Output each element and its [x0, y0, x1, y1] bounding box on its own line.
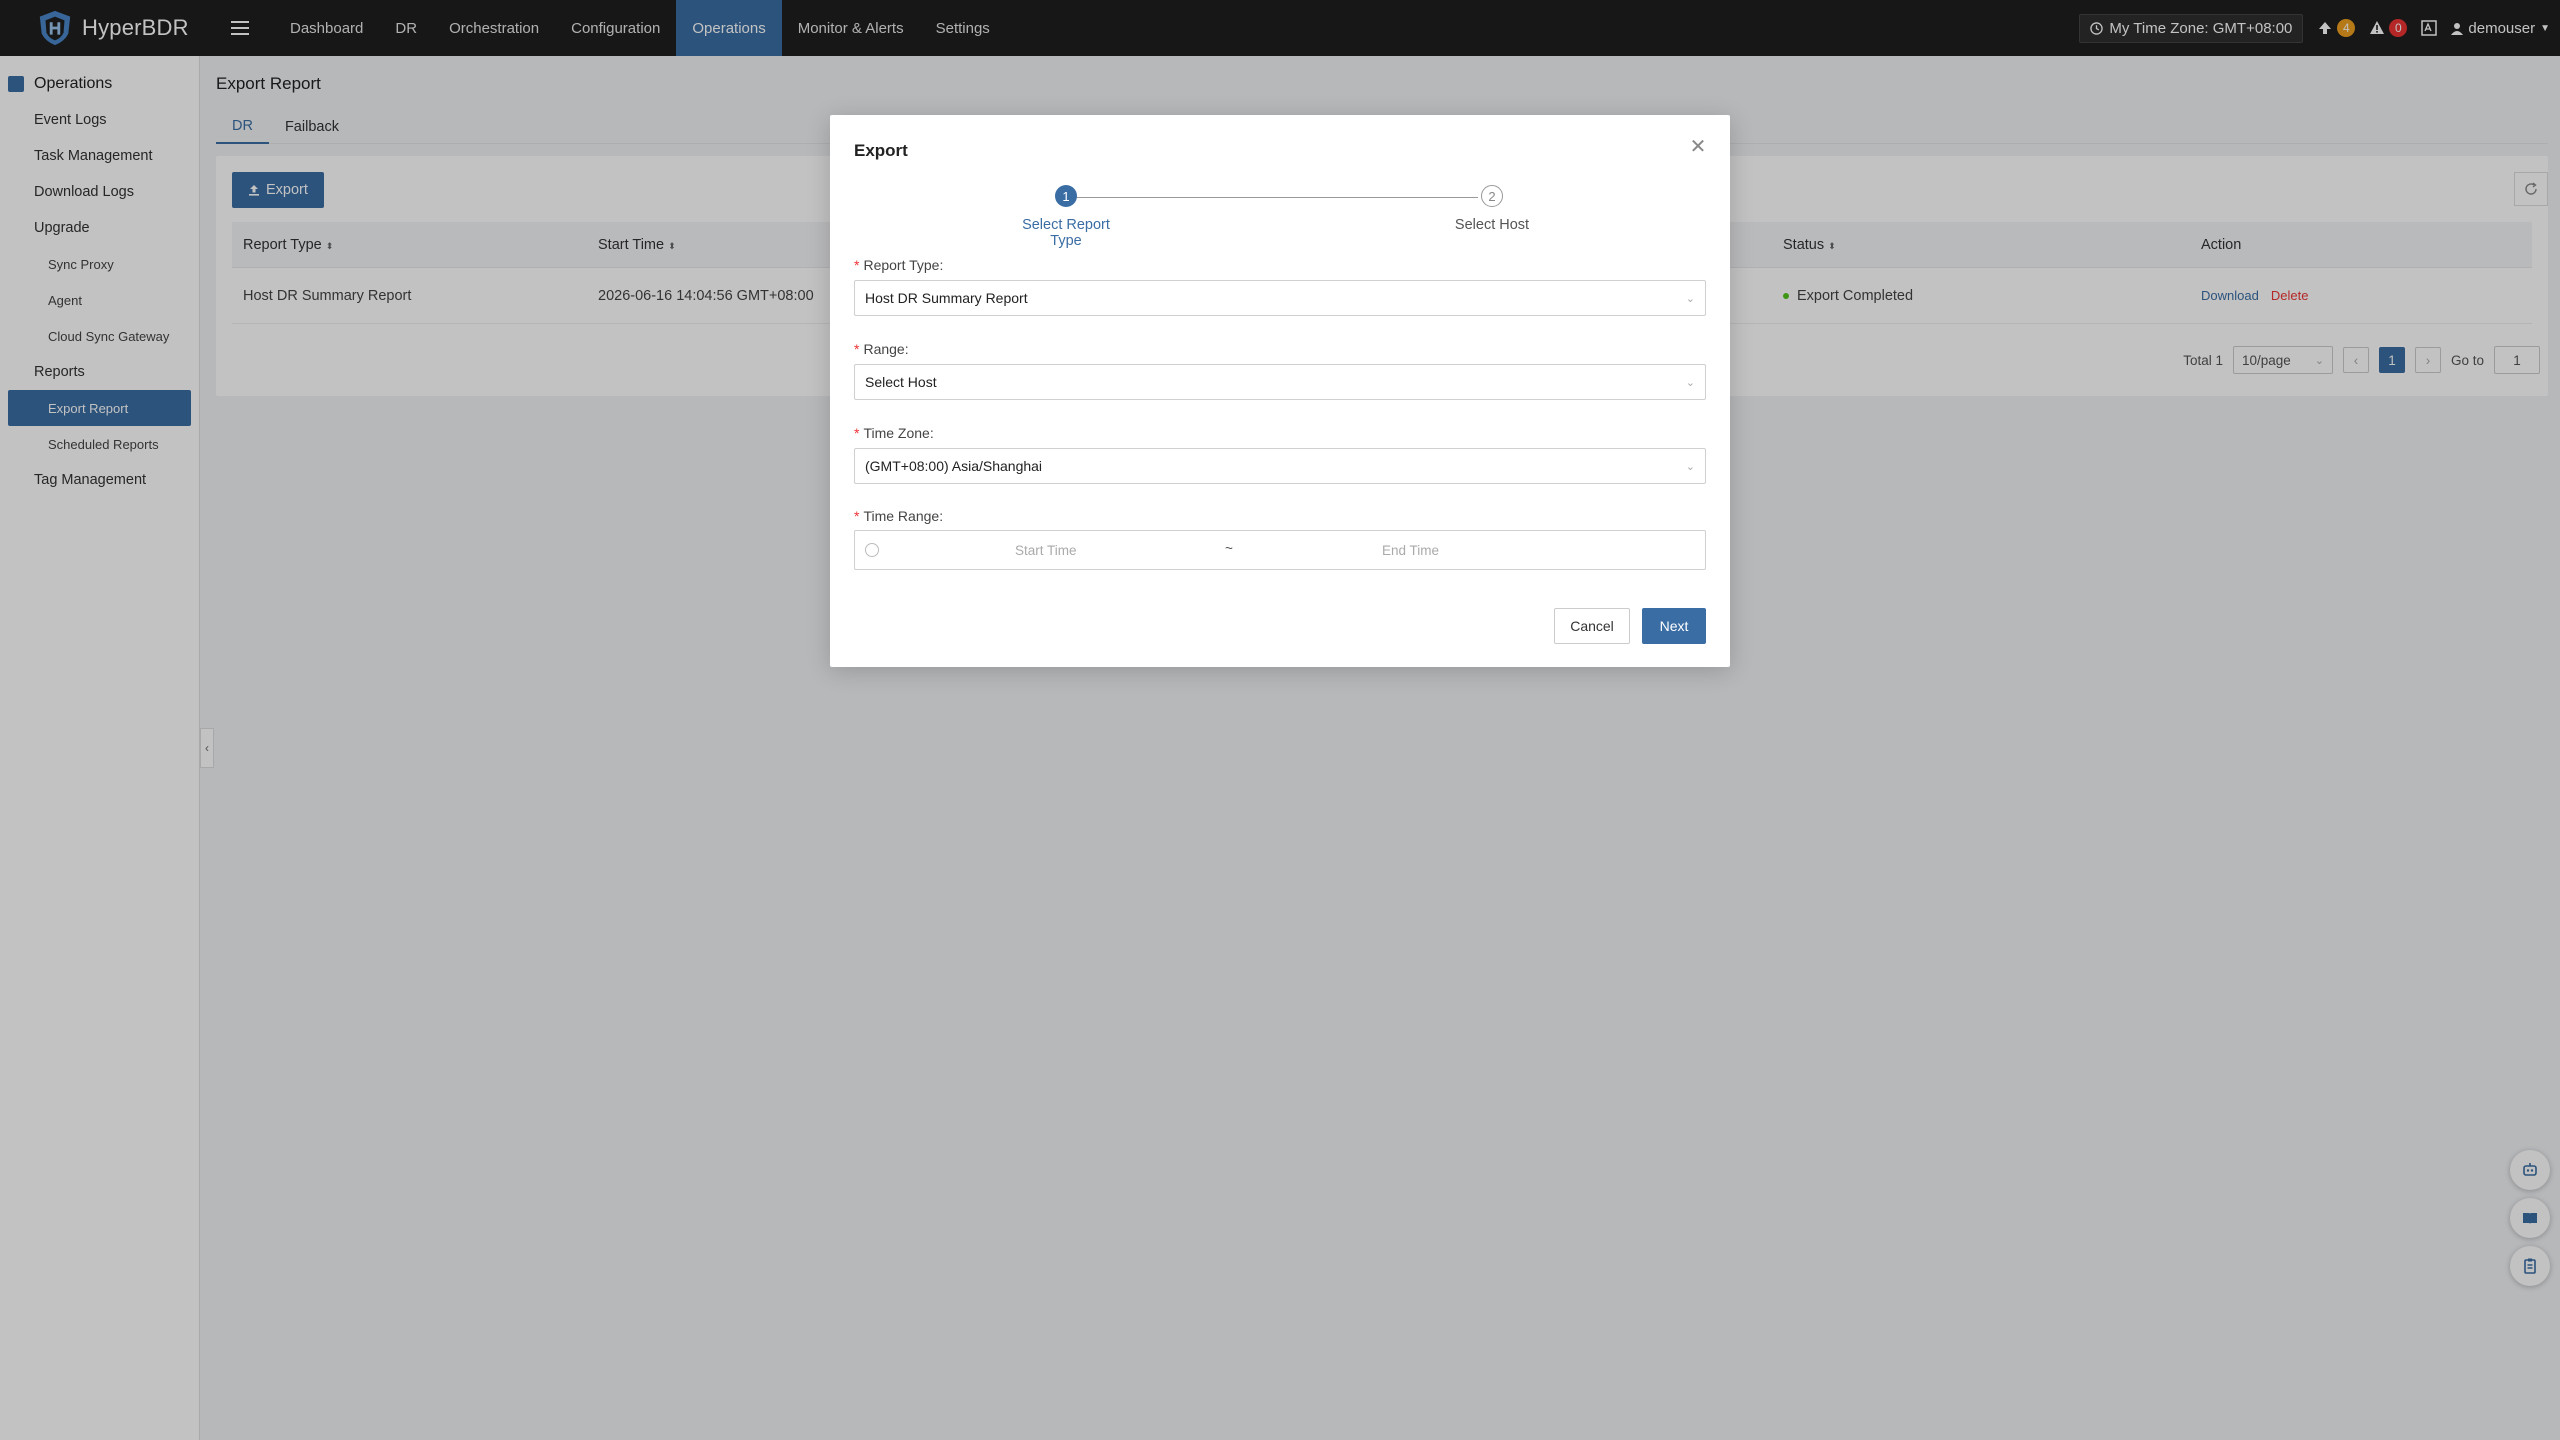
report-type-select[interactable]: Host DR Summary Report ⌄ — [854, 280, 1706, 316]
dialog-title: Export — [854, 141, 908, 160]
range-separator: ~ — [1225, 541, 1233, 556]
step-1-label: Select Report Type — [1022, 217, 1110, 249]
chevron-down-icon: ⌄ — [1685, 292, 1695, 305]
step-1-indicator: 1 — [1055, 185, 1077, 207]
range-label: * Range: — [854, 341, 909, 357]
time-zone-label: * Time Zone: — [854, 425, 934, 441]
export-steps: 1 2 Select Report Type Select Host — [830, 185, 1730, 249]
step-2-label: Select Host — [1454, 217, 1530, 233]
close-icon[interactable]: ✕ — [1686, 135, 1710, 159]
time-zone-label-text: Time Zone: — [863, 425, 934, 441]
time-zone-select[interactable]: (GMT+08:00) Asia/Shanghai ⌄ — [854, 448, 1706, 484]
range-label-text: Range: — [863, 341, 909, 357]
range-value: Select Host — [865, 374, 937, 390]
report-type-value: Host DR Summary Report — [865, 290, 1028, 306]
end-time-input[interactable]: End Time — [1382, 543, 1439, 558]
clock-icon — [865, 543, 879, 557]
time-range-label: * Time Range: — [854, 508, 944, 524]
step-2-indicator: 2 — [1481, 185, 1503, 207]
cancel-button[interactable]: Cancel — [1554, 608, 1630, 644]
time-range-picker[interactable]: Start Time ~ End Time — [854, 530, 1706, 570]
export-dialog: Export ✕ 1 2 Select Report Type Select H… — [830, 115, 1730, 667]
time-zone-value: (GMT+08:00) Asia/Shanghai — [865, 458, 1043, 474]
chevron-down-icon: ⌄ — [1685, 376, 1695, 389]
chevron-down-icon: ⌄ — [1685, 460, 1695, 473]
start-time-input[interactable]: Start Time — [1015, 543, 1077, 558]
report-type-label: * Report Type: — [854, 257, 944, 273]
time-range-label-text: Time Range: — [863, 508, 944, 524]
next-button[interactable]: Next — [1642, 608, 1706, 644]
range-select[interactable]: Select Host ⌄ — [854, 364, 1706, 400]
step-connector — [1074, 197, 1478, 198]
report-type-label-text: Report Type: — [863, 257, 944, 273]
